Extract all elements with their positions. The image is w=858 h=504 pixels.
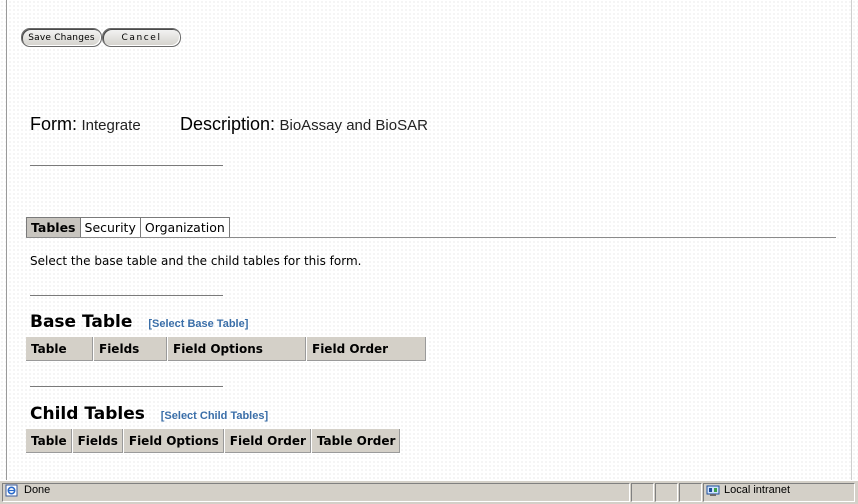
column-header: Fields xyxy=(93,337,168,362)
form-name: Form: Integrate xyxy=(30,114,141,135)
divider xyxy=(30,165,223,166)
base-table-section: Base Table [Select Base Table] xyxy=(30,312,248,332)
tab-tables[interactable]: Tables xyxy=(26,217,81,237)
column-header: Field Order xyxy=(306,337,427,362)
ie-page-icon xyxy=(5,484,18,497)
column-header: Field Options xyxy=(123,429,225,454)
cancel-button[interactable]: Cancel xyxy=(102,28,181,47)
form-label: Form: xyxy=(30,114,77,134)
divider xyxy=(30,386,223,387)
child-tables-section: Child Tables [Select Child Tables] xyxy=(30,404,268,424)
table-header-row: Table Fields Field Options Field Order T… xyxy=(26,429,402,454)
child-tables-title: Child Tables xyxy=(30,404,145,424)
column-header: Field Order xyxy=(224,429,312,454)
column-header: Field Options xyxy=(167,337,307,362)
description-value: BioAssay and BioSAR xyxy=(279,117,428,134)
status-pane xyxy=(679,483,702,502)
child-tables-grid: Table Fields Field Options Field Order T… xyxy=(26,429,402,454)
instructions-text: Select the base table and the child tabl… xyxy=(30,254,362,268)
select-child-tables-link[interactable]: [Select Child Tables] xyxy=(161,410,268,422)
tab-bar: Tables Security Organization xyxy=(26,216,836,238)
tab-organization[interactable]: Organization xyxy=(139,217,230,237)
divider xyxy=(30,295,223,296)
description-label: Description: xyxy=(180,114,276,134)
column-header: Table Order xyxy=(311,429,402,454)
status-pane xyxy=(655,483,678,502)
column-header: Table xyxy=(26,429,73,454)
base-table-grid: Table Fields Field Options Field Order xyxy=(26,337,427,362)
status-bar: Done Local intranet xyxy=(0,480,858,504)
intranet-zone-icon xyxy=(706,485,720,496)
select-base-table-link[interactable]: [Select Base Table] xyxy=(148,318,248,330)
zone-text: Local intranet xyxy=(724,484,791,496)
status-text: Done xyxy=(24,484,51,496)
form-value: Integrate xyxy=(81,117,141,134)
base-table-title: Base Table xyxy=(30,312,133,332)
tab-security[interactable]: Security xyxy=(79,217,141,237)
form-description: Description: BioAssay and BioSAR xyxy=(180,114,428,135)
status-pane xyxy=(631,483,654,502)
column-header: Fields xyxy=(72,429,124,454)
status-main-pane xyxy=(2,483,630,502)
column-header: Table xyxy=(26,337,94,362)
save-changes-button[interactable]: Save Changes xyxy=(21,28,102,47)
table-header-row: Table Fields Field Options Field Order xyxy=(26,337,427,362)
